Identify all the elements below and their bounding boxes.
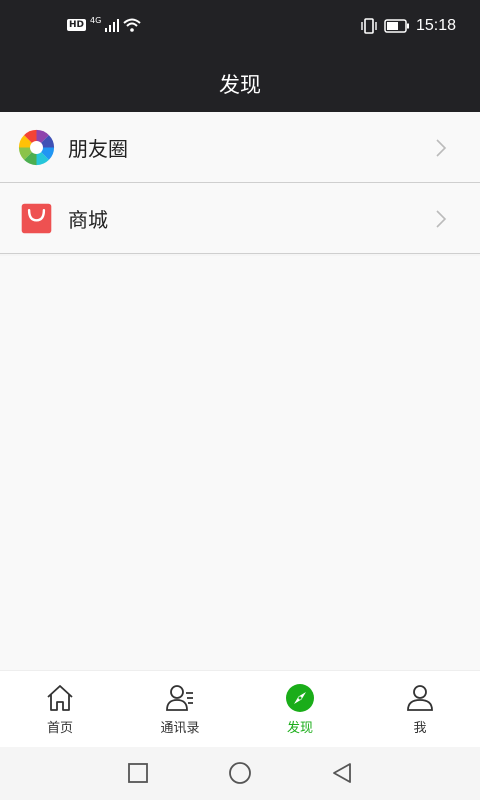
status-left: HD 4G [67,15,141,32]
tab-label: 首页 [46,721,73,736]
bottom-tabbar: 首页 通讯录 发现 我 [0,670,480,747]
person-icon [407,685,433,711]
home-icon [47,685,73,711]
moments-aperture-icon [18,129,55,166]
compass-icon [286,684,314,712]
list-item-label: 朋友圈 [68,136,128,161]
status-right: 15:18 [360,17,456,35]
page-title: 发现 [219,72,261,97]
tab-label: 我 [413,721,427,736]
tab-contacts[interactable]: 通讯录 [120,671,240,747]
content-area [0,256,480,670]
hd-badge: HD [67,19,87,31]
tab-home[interactable]: 首页 [0,671,120,747]
list-item-shop[interactable]: 商城 [0,183,480,254]
network-type: 4G [90,15,102,25]
signal-icon [105,18,120,32]
list-item-label: 商城 [68,207,108,232]
list-item-moments[interactable]: 朋友圈 [0,112,480,183]
shopping-bag-icon [21,203,52,234]
battery-icon [384,19,409,33]
system-navbar [0,747,480,800]
tab-discover[interactable]: 发现 [240,671,360,747]
chevron-right-icon [436,139,447,157]
discover-list: 朋友圈 商城 [0,112,480,254]
chevron-right-icon [436,210,447,228]
home-circle-icon[interactable] [228,761,252,785]
recents-square-icon[interactable] [126,761,150,785]
clock: 15:18 [415,17,456,34]
contacts-icon [166,685,193,711]
back-triangle-icon[interactable] [330,761,354,785]
tab-me[interactable]: 我 [360,671,480,747]
app-header: 发现 [0,55,480,112]
wifi-icon [123,18,141,32]
vibrate-icon [361,18,377,34]
tab-label: 发现 [286,721,313,736]
tab-label: 通讯录 [160,721,200,736]
status-bar: HD 4G 15:18 [0,0,480,55]
